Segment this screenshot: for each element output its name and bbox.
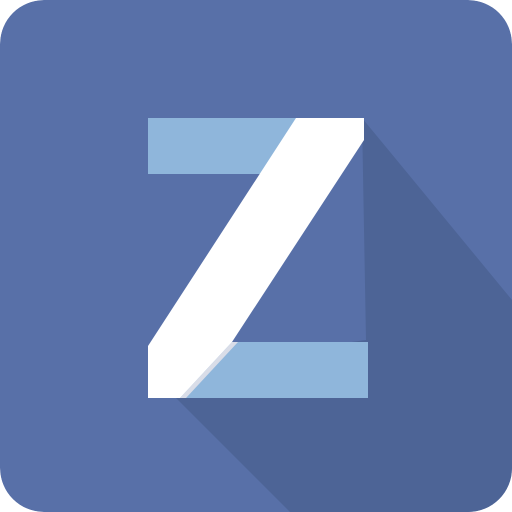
z-logo-icon (0, 0, 512, 512)
app-icon[interactable]: Z (0, 0, 512, 512)
